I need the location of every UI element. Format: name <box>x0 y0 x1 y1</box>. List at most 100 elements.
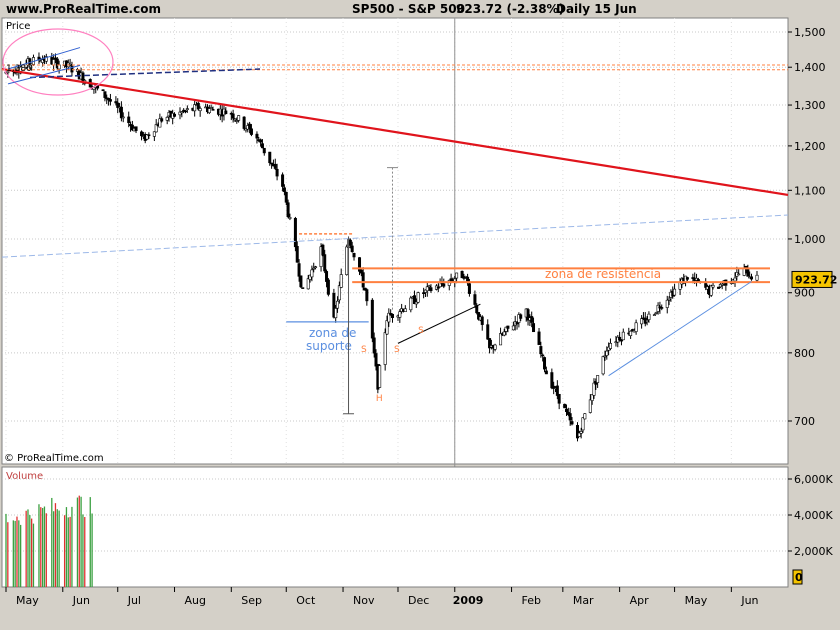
candle-body-91 <box>237 115 241 121</box>
candle-body-102 <box>268 151 272 164</box>
price-panel[interactable] <box>1 17 789 465</box>
candle-body-101 <box>262 147 266 154</box>
candle-body-181 <box>467 283 471 294</box>
candle-body-132 <box>345 246 349 275</box>
candle-body-57 <box>152 131 156 137</box>
candle-body-71 <box>185 108 189 110</box>
candle-body-197 <box>511 325 515 331</box>
candle-body-216 <box>557 393 561 404</box>
candle-body-108 <box>282 187 286 192</box>
candle-body-220 <box>568 413 572 421</box>
candle-body-46 <box>121 116 125 119</box>
vol-tick-label-2: 2,000K <box>794 545 833 558</box>
candle-body-162 <box>422 292 426 294</box>
candle-body-252 <box>652 314 656 316</box>
candle-body-95 <box>248 123 252 129</box>
y-tick-label-2: 1,300 <box>794 99 826 112</box>
candle-body-165 <box>427 285 431 288</box>
x-tick-label-10: Mar <box>573 594 594 607</box>
x-tick-label-13: Jun <box>740 594 758 607</box>
candle-body-191 <box>493 344 497 350</box>
y-tick-label-0: 1,500 <box>794 26 826 39</box>
x-tick-label-1: Jun <box>72 594 90 607</box>
candle-body-141 <box>365 289 369 302</box>
candle-body-124 <box>323 254 327 272</box>
candle-body-38 <box>103 91 107 98</box>
candle-body-251 <box>647 313 651 320</box>
x-tick-label-11: Apr <box>630 594 650 607</box>
candle-body-239 <box>618 336 622 341</box>
candle-body-277 <box>717 286 721 289</box>
candle-body-224 <box>579 431 583 434</box>
candle-body-99 <box>259 139 263 143</box>
candle-body-205 <box>530 316 534 323</box>
x-tick-label-2: Jul <box>127 594 141 607</box>
candle-body-211 <box>544 370 548 375</box>
site-title[interactable]: www.ProRealTime.com <box>6 2 161 16</box>
candle-body-210 <box>543 357 547 370</box>
candle-body-276 <box>711 284 715 288</box>
support-zone-label-2: suporte <box>306 339 352 353</box>
x-tick-label-12: May <box>685 594 708 607</box>
candle-body-116 <box>301 287 305 289</box>
time-axis: May Jun Jul Aug Sep Oct Nov Dec 2009 Feb Mar Apr May… <box>5 587 759 607</box>
old-high-label: 1,386 <box>6 64 32 74</box>
candle-body-100 <box>260 143 264 149</box>
candle-body-131 <box>339 274 343 288</box>
candle-body-134 <box>348 239 352 246</box>
candle-body-226 <box>583 413 587 420</box>
shoulder-label-left: S <box>361 345 367 355</box>
candle-body-234 <box>605 350 609 356</box>
y-tick-label-3: 1,200 <box>794 140 826 153</box>
volume-panel[interactable] <box>1 466 789 588</box>
chart-canvas: www.ProRealTime.com SP500 - S&P 500 923.… <box>1 2 837 607</box>
candle-body-136 <box>352 252 356 258</box>
candle-body-291 <box>750 276 754 280</box>
candle-body-166 <box>429 287 433 292</box>
candle-body-257 <box>665 299 669 308</box>
candle-body-37 <box>101 89 105 92</box>
candle-body-111 <box>288 217 292 219</box>
candle-body-182 <box>473 294 477 305</box>
x-tick-label-8: 2009 <box>453 594 484 607</box>
candle-body-80 <box>209 107 213 109</box>
candle-body-217 <box>563 403 567 409</box>
candle-body-47 <box>127 116 131 124</box>
candle-body-97 <box>255 133 259 139</box>
candle-body-286 <box>737 273 741 276</box>
candle-body-175 <box>453 278 457 282</box>
candle-body-123 <box>321 244 325 256</box>
candle-body-240 <box>619 339 623 342</box>
candle-body-106 <box>275 168 279 177</box>
support-zone-label-1: zona de <box>309 326 356 340</box>
x-tick-label-6: Nov <box>353 594 375 607</box>
candle-body-225 <box>581 417 585 431</box>
candle-body-236 <box>608 343 612 349</box>
candle-body-196 <box>506 325 510 329</box>
candle-body-52 <box>140 131 144 137</box>
candle-body-86 <box>224 110 228 115</box>
copyright-label: © ProRealTime.com <box>4 453 104 464</box>
candle-body-151 <box>390 313 394 318</box>
instrument-name: SP500 - S&P 500 <box>352 2 465 16</box>
head-label: H <box>376 394 383 404</box>
quote-value: 923.72 (-2.38%) <box>456 2 564 16</box>
candle-body-114 <box>297 263 301 277</box>
candle-body-279 <box>720 283 724 286</box>
x-tick-label-9: Feb <box>522 594 541 607</box>
candle-body-115 <box>299 275 303 288</box>
candle-body-207 <box>537 331 541 345</box>
candle-body-139 <box>361 272 365 288</box>
x-tick-label-5: Oct <box>296 594 316 607</box>
candle-body-201 <box>519 314 523 319</box>
candle-body-168 <box>436 286 440 289</box>
candle-body-232 <box>601 356 605 375</box>
candle-body-254 <box>656 304 660 312</box>
candle-body-233 <box>603 355 607 358</box>
candle-body-18 <box>52 59 56 66</box>
candle-body-218 <box>565 408 569 413</box>
candle-body-194 <box>502 331 506 336</box>
candle-body-128 <box>334 308 338 319</box>
candle-body-103 <box>270 162 274 165</box>
candle-body-164 <box>425 286 429 292</box>
